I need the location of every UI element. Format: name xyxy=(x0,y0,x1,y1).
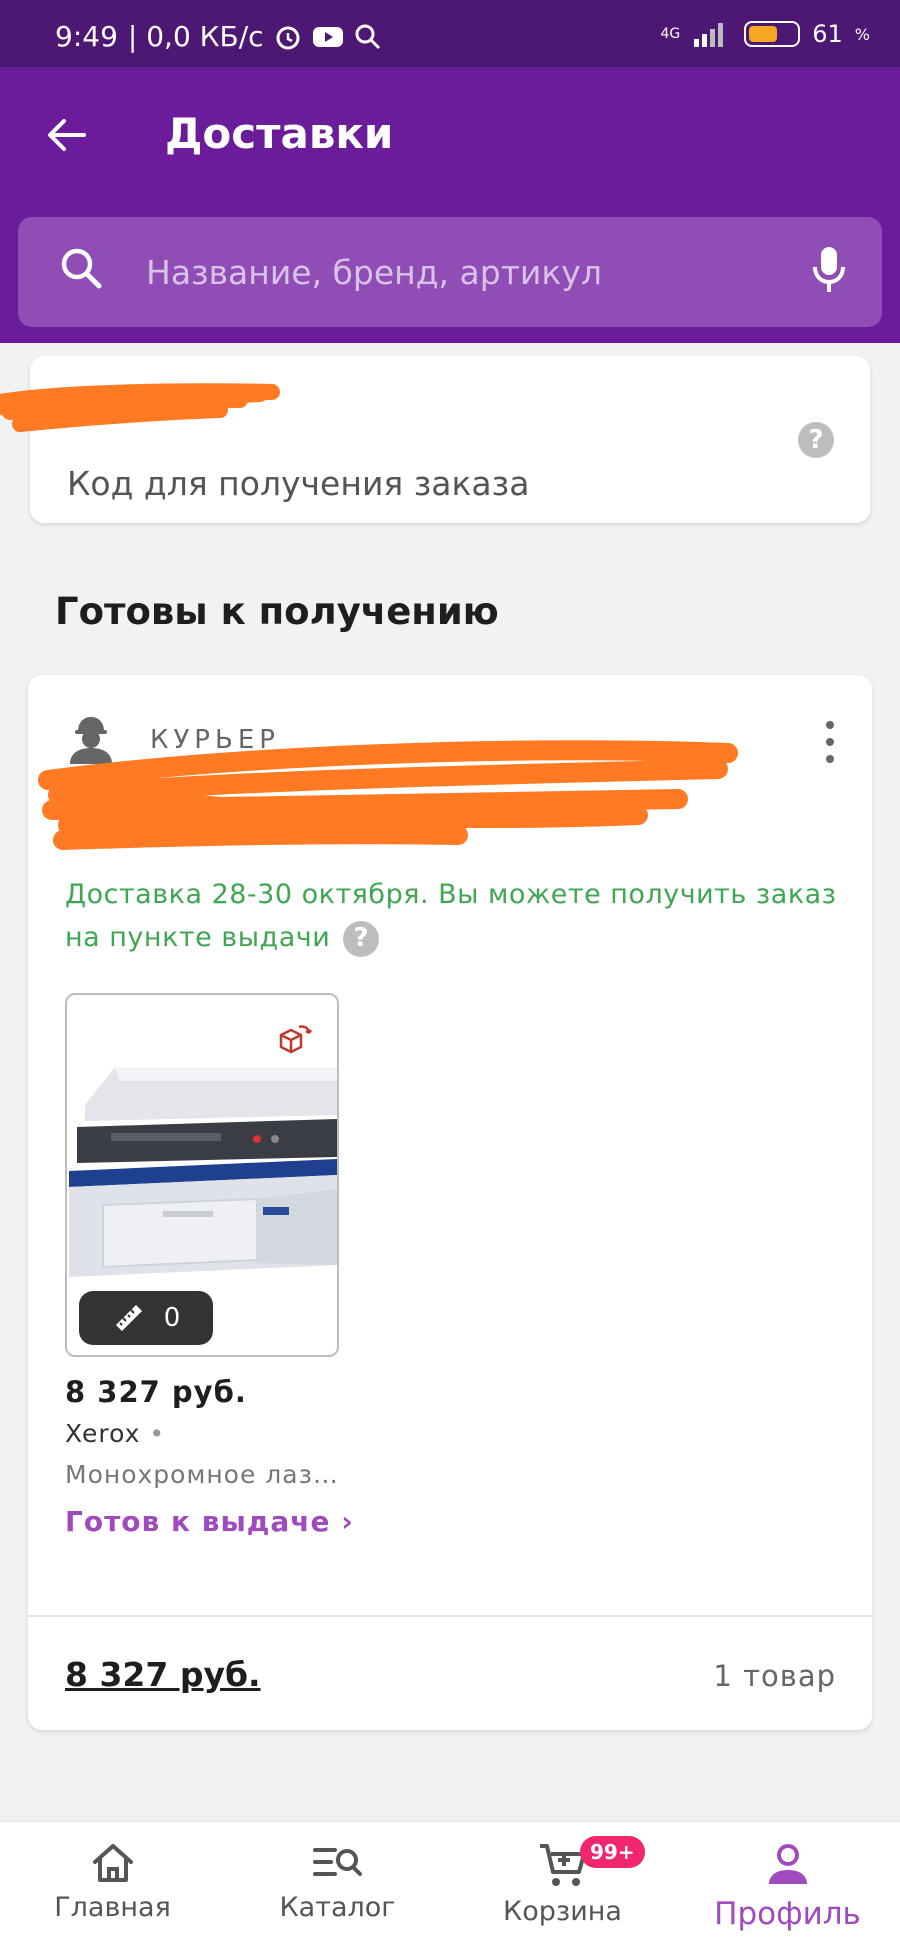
search-input[interactable] xyxy=(146,245,786,299)
size-badge: 0 xyxy=(79,1291,213,1345)
brand-name: Xerox xyxy=(65,1419,141,1448)
nav-label: Каталог xyxy=(279,1892,396,1923)
product-thumbnail[interactable]: 0 xyxy=(65,993,339,1357)
redaction-scribble xyxy=(38,740,738,850)
delivery-help-icon[interactable]: ? xyxy=(343,920,380,957)
divider xyxy=(28,1615,872,1617)
network-label: 4G xyxy=(660,26,681,42)
app-bar: Доставки xyxy=(0,67,900,343)
back-button[interactable] xyxy=(38,107,94,163)
nav-item-catalog[interactable]: Каталог xyxy=(225,1822,450,1950)
size-count: 0 xyxy=(163,1303,181,1333)
nav-item-profile[interactable]: Профиль xyxy=(675,1822,900,1950)
delivery-note: Доставка 28-30 октября. Вы можете получи… xyxy=(65,873,855,959)
nav-label: Корзина xyxy=(503,1896,622,1927)
cart-badge: 99+ xyxy=(580,1836,645,1868)
battery-icon xyxy=(744,21,801,47)
status-time: 9:49 xyxy=(55,20,118,53)
search-status-icon xyxy=(355,24,380,49)
bottom-navigation: Главная Каталог 99+ Корзина Профиль xyxy=(0,1822,900,1950)
catalog-search-icon xyxy=(312,1848,362,1876)
battery-level: 61 xyxy=(812,20,843,48)
microphone-icon[interactable] xyxy=(812,245,846,295)
order-total[interactable]: 8 327 руб. xyxy=(65,1655,261,1694)
status-link[interactable]: Готов к выдаче › xyxy=(65,1505,354,1538)
signal-icon xyxy=(694,23,724,47)
product-price: 8 327 руб. xyxy=(65,1375,247,1409)
redaction-scribble xyxy=(0,383,280,432)
nav-label: Главная xyxy=(54,1892,171,1923)
brand-separator: • xyxy=(149,1419,166,1448)
search-bar[interactable] xyxy=(18,217,882,327)
delivery-note-text: Доставка 28-30 октября. Вы можете получи… xyxy=(65,879,837,953)
status-right: 4G 61 % xyxy=(660,20,870,48)
nav-item-cart[interactable]: 99+ Корзина xyxy=(450,1822,675,1950)
arrow-back-icon xyxy=(48,119,86,151)
return-box-icon xyxy=(279,1025,313,1054)
item-count: 1 товар xyxy=(713,1659,836,1693)
pickup-code-card: Код для получения заказа ? xyxy=(0,356,870,523)
status-bar: 9:49 | 0,0 КБ/с 4G 61 % xyxy=(0,0,900,67)
battery-unit: % xyxy=(854,24,870,44)
status-left: 9:49 | 0,0 КБ/с xyxy=(55,20,382,53)
alarm-icon xyxy=(276,26,300,49)
section-title: Готовы к получению xyxy=(55,590,499,633)
profile-icon xyxy=(768,1844,807,1884)
nav-item-home[interactable]: Главная xyxy=(0,1822,225,1950)
more-options-button[interactable] xyxy=(818,717,842,767)
product-brand: Xerox • xyxy=(65,1419,165,1448)
page-title: Доставки xyxy=(165,109,394,158)
order-card: КУРЬЕР Доставка 28-30 октября. Вы можете… xyxy=(28,675,872,1730)
search-icon xyxy=(61,248,102,289)
help-icon[interactable]: ? xyxy=(798,422,834,458)
printer-image xyxy=(69,1067,337,1277)
home-icon xyxy=(92,1844,133,1882)
ruler-icon xyxy=(115,1305,142,1331)
product-name: Монохромное лаз… xyxy=(65,1460,339,1489)
youtube-icon xyxy=(312,26,343,47)
pickup-code-label: Код для получения заказа xyxy=(67,464,530,503)
nav-label: Профиль xyxy=(714,1896,861,1932)
status-speed: | 0,0 КБ/с xyxy=(127,20,264,53)
